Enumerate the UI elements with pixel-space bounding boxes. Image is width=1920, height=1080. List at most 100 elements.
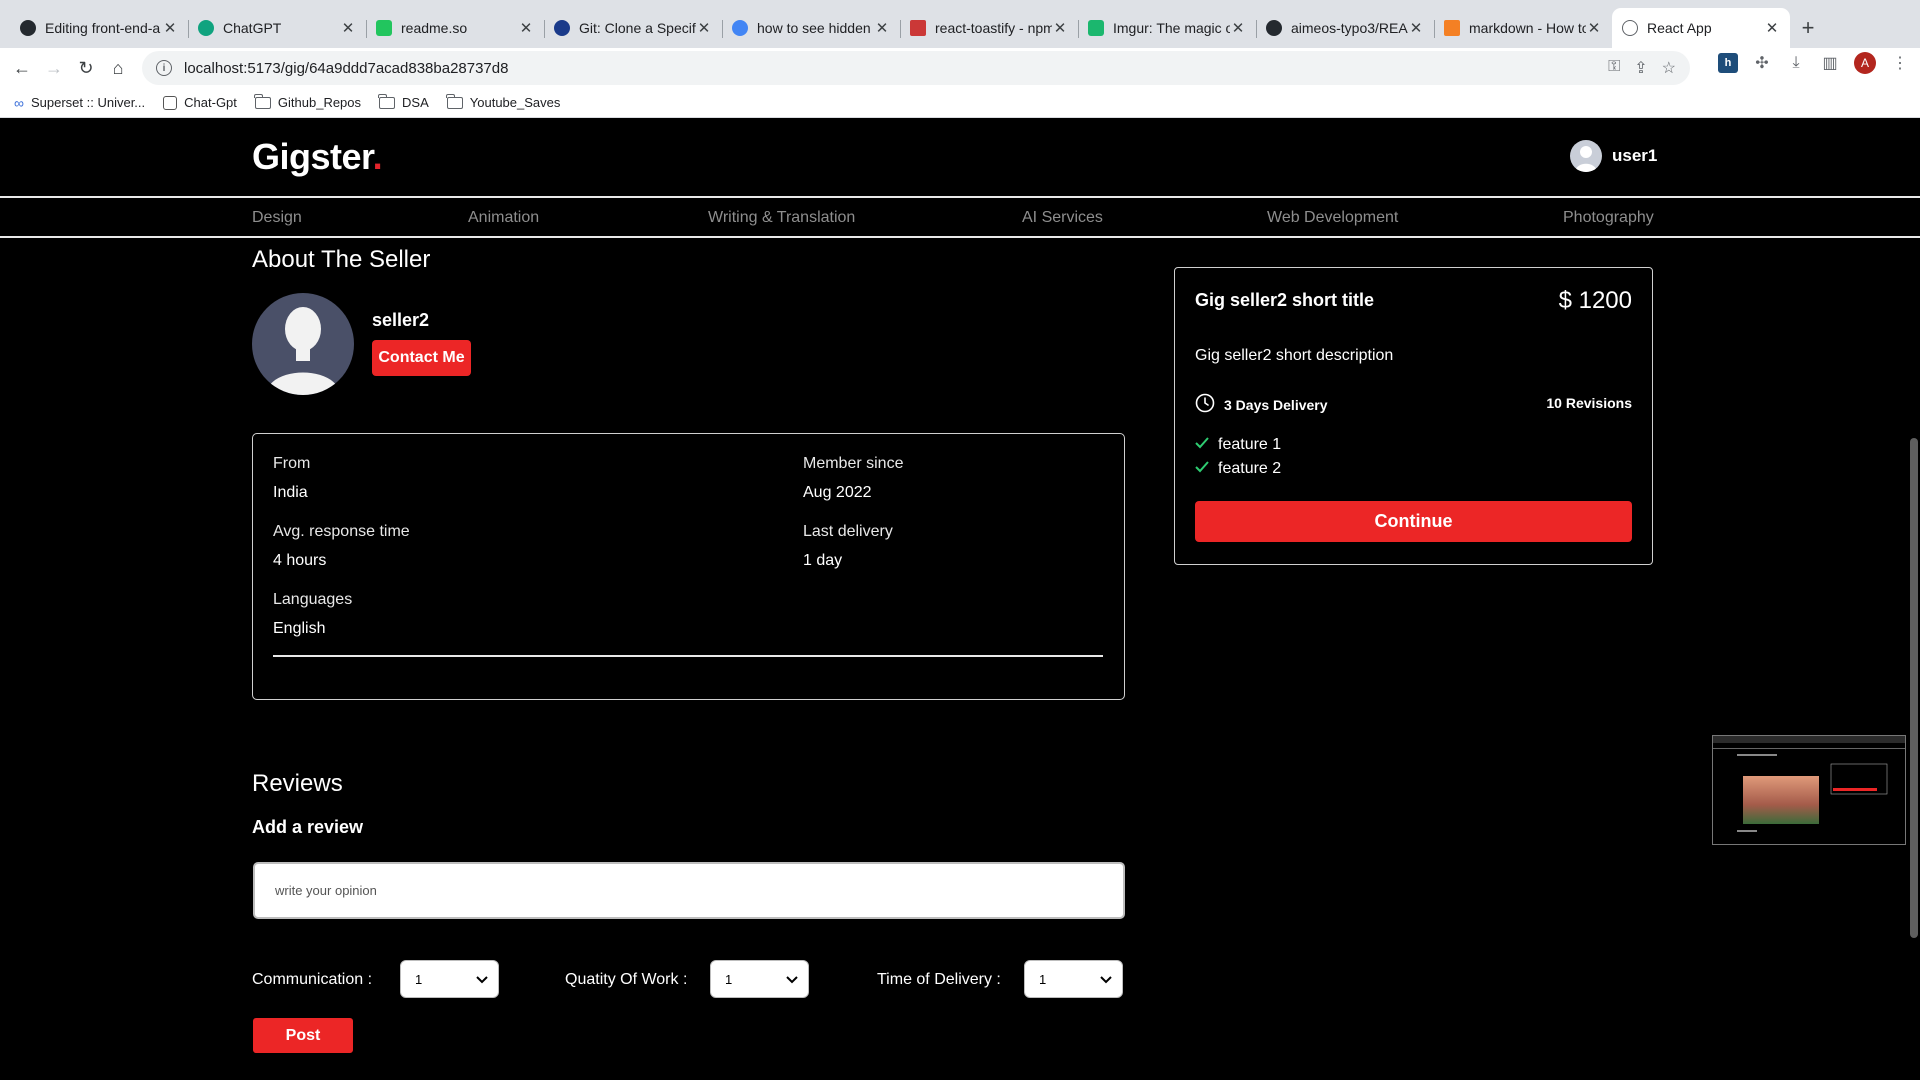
browser-tab[interactable]: ChatGPT ✕ <box>188 8 366 48</box>
puzzle-icon[interactable]: ✣ <box>1752 53 1772 73</box>
page-content: Gigster. user1 Design Animation Writing … <box>0 118 1920 1080</box>
browser-tab[interactable]: readme.so ✕ <box>366 8 544 48</box>
home-icon[interactable]: ⌂ <box>102 52 134 84</box>
superset-icon: ∞ <box>14 94 24 111</box>
gig-description: Gig seller2 short description <box>1195 347 1394 364</box>
close-tab-icon[interactable]: ✕ <box>874 19 890 37</box>
category-ai-services[interactable]: AI Services <box>1022 209 1103 227</box>
github-icon <box>20 20 36 36</box>
revisions-text: 10 Revisions <box>1546 395 1632 411</box>
username: user1 <box>1612 146 1658 165</box>
category-photography[interactable]: Photography <box>1563 209 1654 227</box>
browser-tab-strip: Editing front-end-a ✕ ChatGPT ✕ readme.so ✕… <box>0 0 1920 48</box>
select-value: 1 <box>415 971 423 987</box>
add-review-heading: Add a review <box>252 817 364 837</box>
bookmark-item[interactable]: Github_Repos <box>254 93 362 110</box>
feature-item: feature 2 <box>1195 460 1281 478</box>
bookmark-item[interactable]: DSA <box>378 93 429 110</box>
site-logo[interactable]: Gigster. <box>252 136 383 178</box>
feature-item: feature 1 <box>1195 436 1281 454</box>
member-since-label: Member since <box>803 455 904 472</box>
about-seller-heading: About The Seller <box>252 246 431 273</box>
communication-select[interactable]: 1 <box>400 960 499 998</box>
close-tab-icon[interactable]: ✕ <box>340 19 356 37</box>
bookmark-item[interactable]: Chat-Gpt <box>163 95 237 110</box>
bookmark-star-icon[interactable]: ☆ <box>1662 58 1676 78</box>
time-of-delivery-select[interactable]: 1 <box>1024 960 1123 998</box>
browser-tab[interactable]: Imgur: The magic of ✕ <box>1078 8 1256 48</box>
address-bar[interactable]: i localhost:5173/gig/64a9ddd7acad838ba28… <box>142 51 1690 85</box>
site-info-icon[interactable]: i <box>156 60 172 76</box>
close-tab-icon[interactable]: ✕ <box>1764 19 1780 37</box>
languages-value: English <box>273 620 326 637</box>
github-icon <box>1266 20 1282 36</box>
extension-icon[interactable]: h <box>1718 53 1738 73</box>
browser-tab-active[interactable]: React App ✕ <box>1612 8 1790 48</box>
reload-icon[interactable]: ↻ <box>70 52 102 84</box>
close-tab-icon[interactable]: ✕ <box>1408 19 1424 37</box>
category-web-development[interactable]: Web Development <box>1267 209 1398 227</box>
back-icon[interactable]: ← <box>6 52 38 84</box>
browser-tab[interactable]: react-toastify - npm ✕ <box>900 8 1078 48</box>
new-tab-icon[interactable]: + <box>1790 8 1826 48</box>
browser-tab[interactable]: Git: Clone a Specific ✕ <box>544 8 722 48</box>
review-input[interactable] <box>253 862 1125 919</box>
select-value: 1 <box>1039 971 1047 987</box>
languages-label: Languages <box>273 591 353 608</box>
chevron-down-icon <box>786 972 798 987</box>
clock-icon <box>1195 393 1215 416</box>
page-scrollbar[interactable] <box>1910 438 1918 938</box>
close-tab-icon[interactable]: ✕ <box>1586 19 1602 37</box>
close-tab-icon[interactable]: ✕ <box>162 19 178 37</box>
url-text[interactable]: localhost:5173/gig/64a9ddd7acad838ba2873… <box>184 60 508 77</box>
quality-select[interactable]: 1 <box>710 960 809 998</box>
logo-dot: . <box>372 136 383 177</box>
category-nav: Design Animation Writing & Translation A… <box>0 200 1920 238</box>
chevron-down-icon <box>1100 972 1112 987</box>
share-icon[interactable]: ⇪ <box>1634 58 1647 78</box>
close-tab-icon[interactable]: ✕ <box>1052 19 1068 37</box>
last-delivery-label: Last delivery <box>803 523 893 540</box>
seller-name[interactable]: seller2 <box>372 310 429 331</box>
tab-title: aimeos-typo3/READ <box>1291 20 1408 36</box>
close-tab-icon[interactable]: ✕ <box>696 19 712 37</box>
folder-icon <box>446 93 463 109</box>
tab-title: Imgur: The magic of <box>1113 20 1230 36</box>
gig-price-card: Gig seller2 short title $ 1200 Gig selle… <box>1174 267 1653 565</box>
download-icon[interactable]: ⤓ <box>1786 53 1806 73</box>
browser-tab[interactable]: aimeos-typo3/READ ✕ <box>1256 8 1434 48</box>
last-delivery-value: 1 day <box>803 552 843 569</box>
stackoverflow-icon <box>1444 20 1460 36</box>
browser-tab[interactable]: markdown - How to ✕ <box>1434 8 1612 48</box>
category-writing-translation[interactable]: Writing & Translation <box>708 209 855 227</box>
tab-title: markdown - How to <box>1469 20 1586 36</box>
globe-icon <box>1622 20 1638 36</box>
forward-icon[interactable]: → <box>38 52 70 84</box>
profile-avatar[interactable]: A <box>1854 52 1876 74</box>
gig-title: Gig seller2 short title <box>1195 290 1375 310</box>
side-panel-icon[interactable]: ▥ <box>1820 53 1840 73</box>
post-button[interactable]: Post <box>253 1018 353 1053</box>
delivery-text: 3 Days Delivery <box>1224 396 1328 413</box>
screenshot-preview-thumbnail[interactable] <box>1712 735 1906 845</box>
bookmark-label: Github_Repos <box>277 95 362 110</box>
bookmark-label: Chat-Gpt <box>184 95 237 110</box>
bookmark-label: Youtube_Saves <box>469 95 561 110</box>
category-design[interactable]: Design <box>252 209 302 227</box>
browser-tab[interactable]: how to see hidden f ✕ <box>722 8 900 48</box>
category-animation[interactable]: Animation <box>468 209 539 227</box>
browser-tab[interactable]: Editing front-end-a ✕ <box>10 8 188 48</box>
bookmark-item[interactable]: ∞ Superset :: Univer... <box>14 95 145 111</box>
from-label: From <box>273 455 311 472</box>
close-tab-icon[interactable]: ✕ <box>1230 19 1246 37</box>
close-tab-icon[interactable]: ✕ <box>518 19 534 37</box>
user-avatar <box>1570 140 1602 172</box>
user-menu[interactable]: user1 <box>1570 140 1657 172</box>
continue-button[interactable]: Continue <box>1195 501 1632 542</box>
folder-icon <box>254 93 271 109</box>
key-icon[interactable]: ⚿ <box>1608 58 1620 78</box>
contact-me-button[interactable]: Contact Me <box>372 340 471 376</box>
folder-icon <box>378 93 396 109</box>
menu-icon[interactable]: ⋮ <box>1890 53 1910 73</box>
bookmark-item[interactable]: Youtube_Saves <box>446 93 561 110</box>
